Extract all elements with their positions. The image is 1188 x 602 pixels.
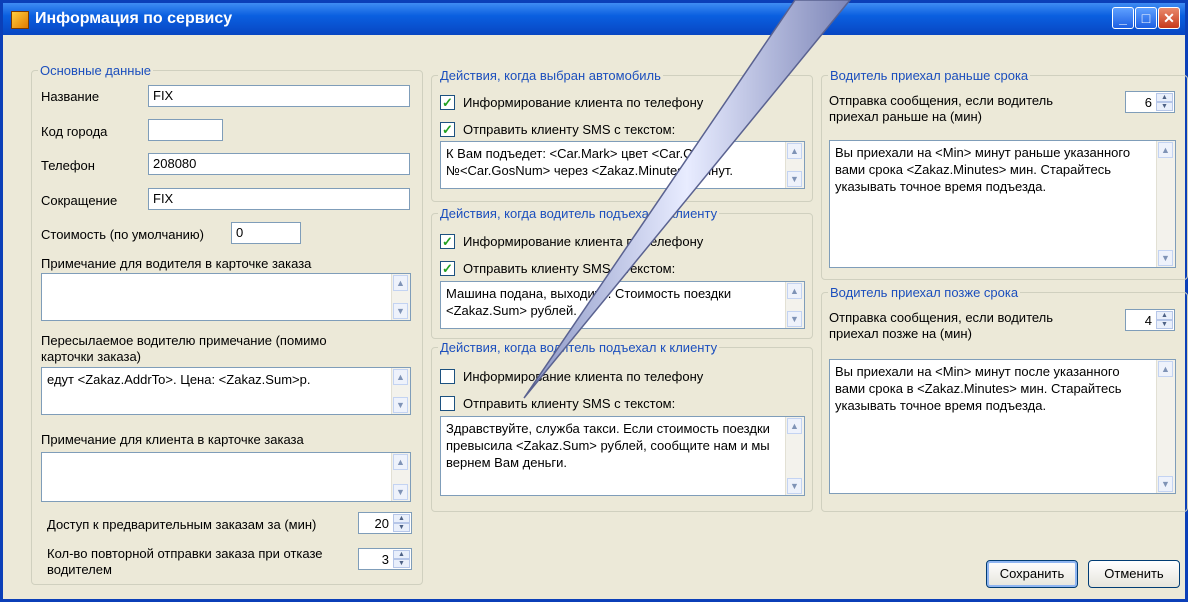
scrollbar[interactable]: ▲ ▼	[391, 368, 410, 414]
preorder-label: Доступ к предварительным заказам за (мин…	[47, 517, 317, 532]
arrived-sms-text: Машина подана, выходите. Стоимость поезд…	[446, 286, 732, 318]
preorder-stepper[interactable]: 20 ▲ ▼	[358, 512, 412, 534]
late-text-memo[interactable]: Вы приехали на <Min> минут после указанн…	[829, 359, 1176, 494]
driver-note-label: Примечание для водителя в карточке заказ…	[41, 256, 312, 271]
window-title: Информация по сервису	[35, 10, 233, 27]
cost-field[interactable]: 0	[231, 222, 301, 244]
scroll-down-icon[interactable]: ▼	[393, 484, 408, 500]
arrived-sms-memo[interactable]: Машина подана, выходите. Стоимость поезд…	[440, 281, 805, 329]
spin-up-icon[interactable]: ▲	[1156, 311, 1173, 320]
early-legend: Водитель приехал раньше срока	[830, 68, 1029, 83]
scroll-down-icon[interactable]: ▼	[787, 478, 802, 494]
early-value: 6	[1144, 95, 1152, 110]
scrollbar[interactable]: ▲ ▼	[785, 142, 804, 188]
forward-note-label: Пересылаемое водителю примечание (помимо…	[41, 333, 327, 364]
maximize-button[interactable]: □	[1135, 7, 1157, 29]
arrived2-sms-label: Отправить клиенту SMS с текстом:	[463, 396, 676, 411]
resend-label: Кол-во повторной отправки заказа при отк…	[47, 546, 323, 577]
car-inform-label: Информирование клиента по телефону	[463, 95, 704, 110]
driver-arrived-2-legend: Действия, когда водитель подъехал к клие…	[440, 340, 718, 355]
arrived-inform-label: Информирование клиента по телефону	[463, 234, 704, 249]
client-note-label: Примечание для клиента в карточке заказа	[41, 432, 304, 447]
spin-up-icon[interactable]: ▲	[393, 514, 410, 523]
spin-up-icon[interactable]: ▲	[1156, 93, 1173, 102]
client-note-memo[interactable]: ▲ ▼	[41, 452, 411, 502]
service-info-window: Информация по сервису _ □ ✕ Основные дан…	[0, 0, 1188, 602]
arrived-sms-checkbox[interactable]: ✓	[440, 261, 455, 276]
spin-down-icon[interactable]: ▼	[393, 523, 410, 532]
phone-label: Телефон	[41, 158, 95, 173]
arrived2-sms-text: Здравствуйте, служба такси. Если стоимос…	[446, 421, 770, 470]
preorder-value: 20	[374, 516, 389, 531]
car-selected-legend: Действия, когда выбран автомобиль	[440, 68, 661, 83]
cost-label: Стоимость (по умолчанию)	[41, 227, 204, 242]
scroll-down-icon[interactable]: ▼	[787, 311, 802, 327]
late-legend: Водитель приехал позже срока	[830, 285, 1019, 300]
spin-down-icon[interactable]: ▼	[1156, 102, 1173, 111]
arrived2-sms-memo[interactable]: Здравствуйте, служба такси. Если стоимос…	[440, 416, 805, 496]
scroll-up-icon[interactable]: ▲	[1158, 142, 1173, 158]
scroll-up-icon[interactable]: ▲	[1158, 361, 1173, 377]
scroll-down-icon[interactable]: ▼	[787, 171, 802, 187]
basic-data-group: Основные данные	[31, 63, 423, 585]
car-inform-checkbox[interactable]: ✓	[440, 95, 455, 110]
cancel-button[interactable]: Отменить	[1088, 560, 1180, 588]
scrollbar[interactable]: ▲ ▼	[785, 282, 804, 328]
spin-up-icon[interactable]: ▲	[393, 550, 410, 559]
close-button[interactable]: ✕	[1158, 7, 1180, 29]
car-sms-memo[interactable]: К Вам подъедет: <Car.Mark> цвет <Car.Col…	[440, 141, 805, 189]
scroll-down-icon[interactable]: ▼	[393, 303, 408, 319]
phone-field[interactable]: 208080	[148, 153, 410, 175]
early-send-label: Отправка сообщения, если водитель приеха…	[829, 93, 1054, 124]
abbr-label: Сокращение	[41, 193, 118, 208]
forward-note-text: едут <Zakaz.AddrTo>. Цена: <Zakaz.Sum>р.	[47, 372, 311, 387]
driver-note-memo[interactable]: ▲ ▼	[41, 273, 411, 321]
late-send-label: Отправка сообщения, если водитель приеха…	[829, 310, 1054, 341]
late-text: Вы приехали на <Min> минут после указанн…	[835, 364, 1122, 413]
scrollbar[interactable]: ▲ ▼	[391, 453, 410, 501]
early-text: Вы приехали на <Min> минут раньше указан…	[835, 145, 1131, 194]
name-label: Название	[41, 89, 100, 104]
spin-down-icon[interactable]: ▼	[1156, 320, 1173, 329]
scrollbar[interactable]: ▲ ▼	[1156, 141, 1175, 267]
car-sms-text: К Вам подъедет: <Car.Mark> цвет <Car.Col…	[446, 146, 733, 178]
abbr-field[interactable]: FIX	[148, 188, 410, 210]
arrived2-sms-checkbox[interactable]	[440, 396, 455, 411]
title-bar[interactable]: Информация по сервису _ □ ✕	[3, 3, 1185, 35]
arrived2-inform-checkbox[interactable]	[440, 369, 455, 384]
scroll-up-icon[interactable]: ▲	[393, 454, 408, 470]
city-code-field[interactable]	[148, 119, 223, 141]
car-sms-label: Отправить клиенту SMS с текстом:	[463, 122, 676, 137]
app-icon	[11, 11, 29, 29]
resend-value: 3	[381, 552, 389, 567]
scrollbar[interactable]: ▲ ▼	[391, 274, 410, 320]
late-stepper[interactable]: 4 ▲ ▼	[1125, 309, 1175, 331]
minimize-button[interactable]: _	[1112, 7, 1134, 29]
late-value: 4	[1144, 313, 1152, 328]
forward-note-memo[interactable]: едут <Zakaz.AddrTo>. Цена: <Zakaz.Sum>р.…	[41, 367, 411, 415]
scrollbar[interactable]: ▲ ▼	[1156, 360, 1175, 493]
scroll-up-icon[interactable]: ▲	[787, 143, 802, 159]
scroll-down-icon[interactable]: ▼	[1158, 250, 1173, 266]
name-field[interactable]: FIX	[148, 85, 410, 107]
scroll-down-icon[interactable]: ▼	[1158, 476, 1173, 492]
basic-data-legend: Основные данные	[40, 63, 152, 78]
resend-stepper[interactable]: 3 ▲ ▼	[358, 548, 412, 570]
scroll-up-icon[interactable]: ▲	[787, 418, 802, 434]
car-sms-checkbox[interactable]: ✓	[440, 122, 455, 137]
early-text-memo[interactable]: Вы приехали на <Min> минут раньше указан…	[829, 140, 1176, 268]
arrived2-inform-label: Информирование клиента по телефону	[463, 369, 704, 384]
scroll-down-icon[interactable]: ▼	[393, 397, 408, 413]
scroll-up-icon[interactable]: ▲	[787, 283, 802, 299]
driver-arrived-legend: Действия, когда водитель подъехал к клие…	[440, 206, 718, 221]
early-stepper[interactable]: 6 ▲ ▼	[1125, 91, 1175, 113]
save-button[interactable]: Сохранить	[986, 560, 1078, 588]
scroll-up-icon[interactable]: ▲	[393, 275, 408, 291]
spin-down-icon[interactable]: ▼	[393, 559, 410, 568]
arrived-sms-label: Отправить клиенту SMS с текстом:	[463, 261, 676, 276]
scrollbar[interactable]: ▲ ▼	[785, 417, 804, 495]
arrived-inform-checkbox[interactable]: ✓	[440, 234, 455, 249]
scroll-up-icon[interactable]: ▲	[393, 369, 408, 385]
city-code-label: Код города	[41, 124, 108, 139]
